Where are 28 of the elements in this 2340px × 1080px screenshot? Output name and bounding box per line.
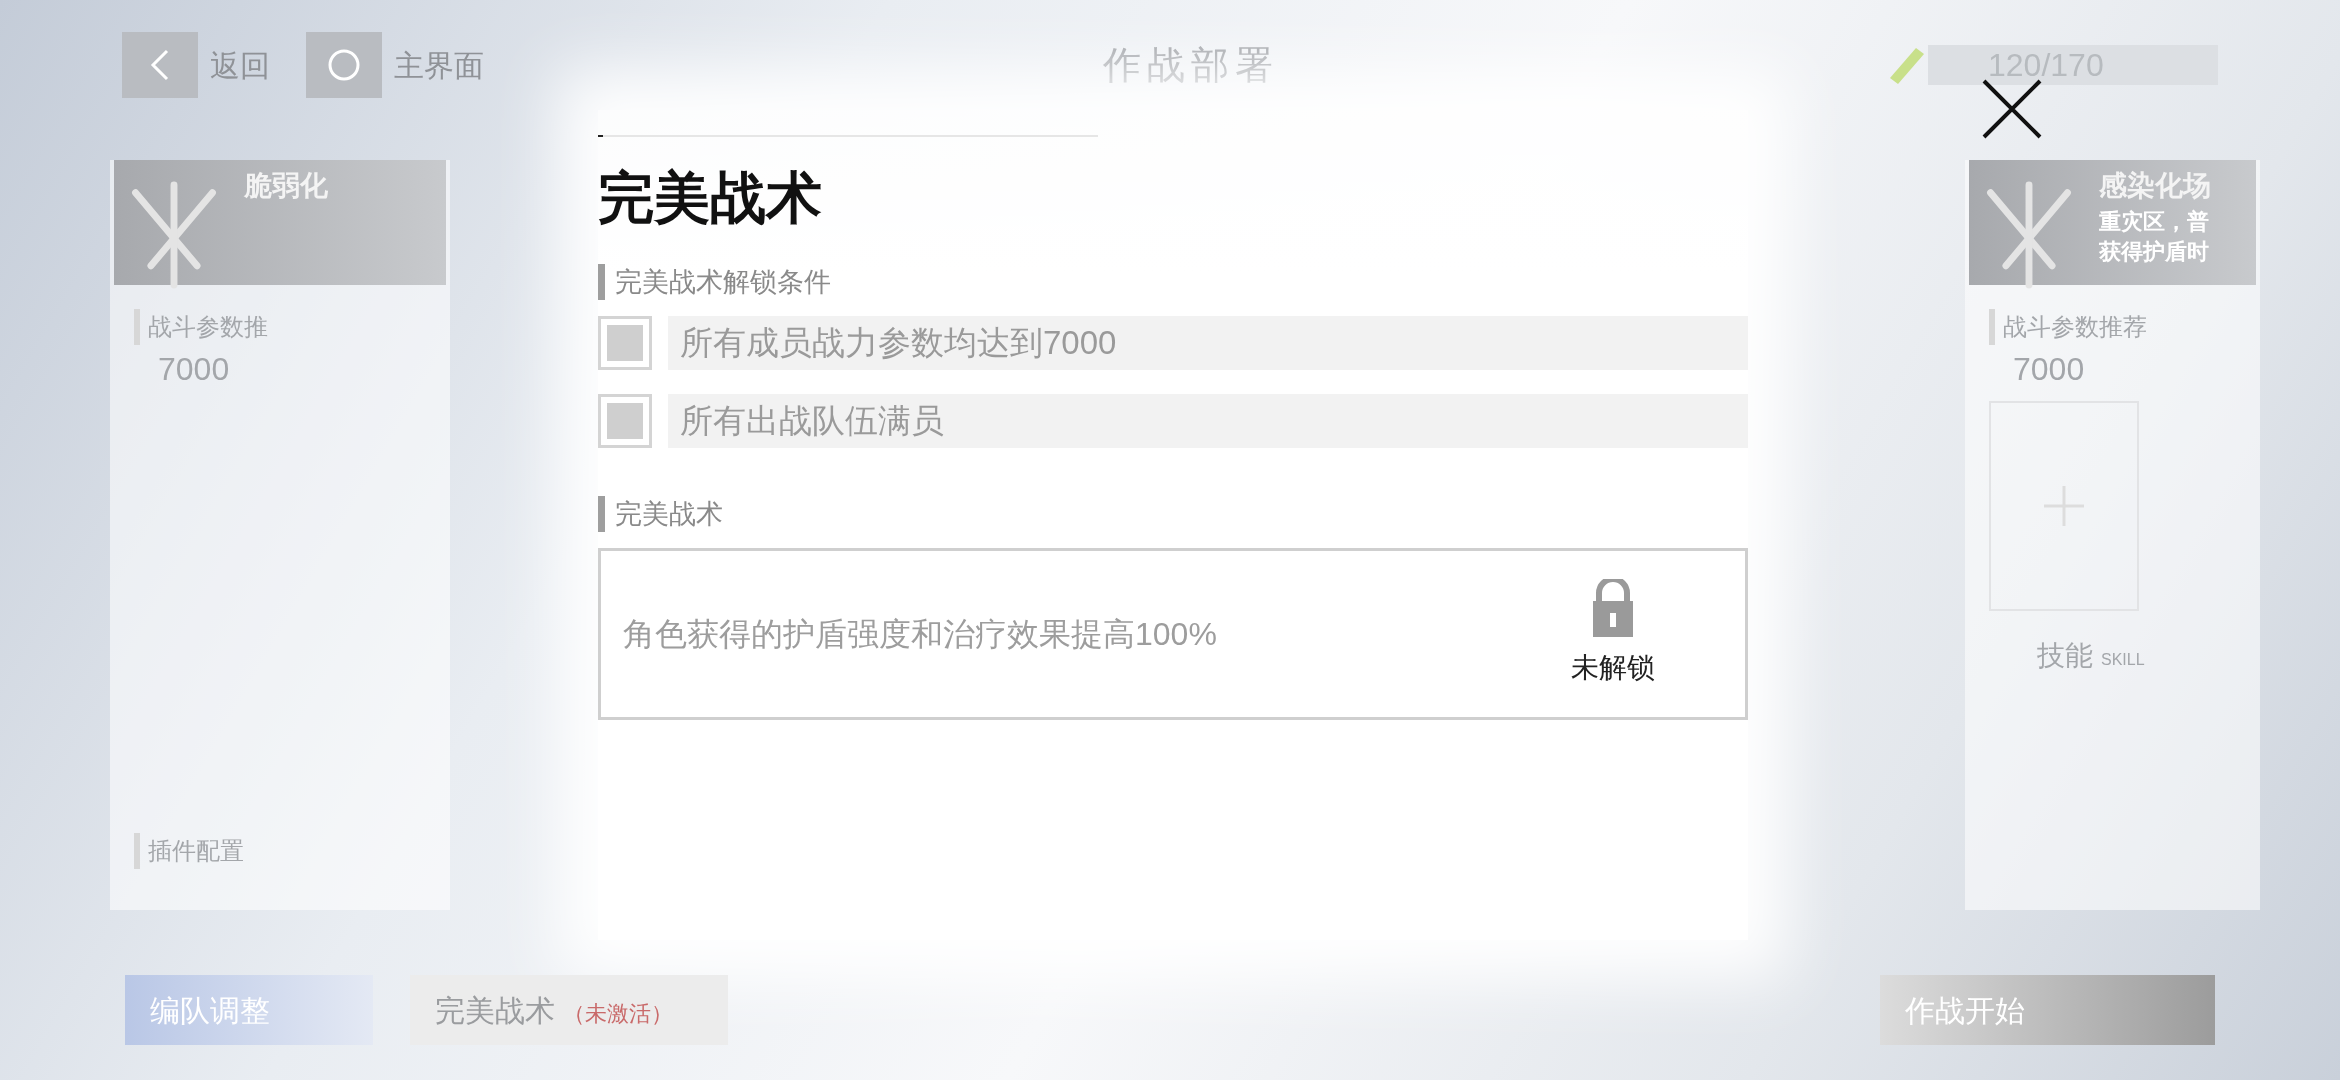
page-title: 作战部署 — [1103, 42, 1279, 88]
plus-icon — [2044, 486, 2084, 526]
effect-text: 角色获得的护盾强度和治疗效果提高100% — [623, 614, 1218, 654]
circle-icon — [326, 47, 362, 83]
tactics-button[interactable]: 完美战术 （未激活） — [410, 975, 728, 1045]
section-label: 完美战术 — [598, 495, 1748, 532]
condition-text: 所有出战队伍满员 — [668, 393, 1748, 448]
power-value: 7000 — [158, 350, 231, 389]
close-icon — [1980, 77, 2044, 141]
section-label: 插件配置 — [134, 833, 426, 869]
back-label[interactable]: 返回 — [198, 42, 282, 88]
skill-label: 技能 — [2037, 639, 2093, 673]
modal-title: 完美战术 — [598, 167, 823, 229]
status-label: （未激活） — [562, 1000, 673, 1026]
card-title: 脆弱化 — [244, 169, 328, 203]
skill-label-en: SKILL — [2101, 650, 2145, 670]
member-slot[interactable] — [1989, 401, 2139, 611]
home-button[interactable] — [306, 32, 382, 98]
lock-status: 未解锁 — [1571, 650, 1655, 685]
back-button[interactable] — [122, 32, 198, 98]
power-value: 7000 — [2013, 350, 2086, 389]
section-label: 战斗参数推 — [134, 309, 426, 345]
section-label: 战斗参数推荐 — [1989, 309, 2236, 345]
card-description: 获得护盾时 — [2099, 238, 2210, 266]
condition-text: 所有成员战力参数均达到7000 — [668, 315, 1748, 370]
home-label[interactable]: 主界面 — [382, 42, 496, 88]
section-label: 完美战术解锁条件 — [598, 263, 1748, 300]
card-description: 重灾区，普 — [2099, 208, 2210, 236]
